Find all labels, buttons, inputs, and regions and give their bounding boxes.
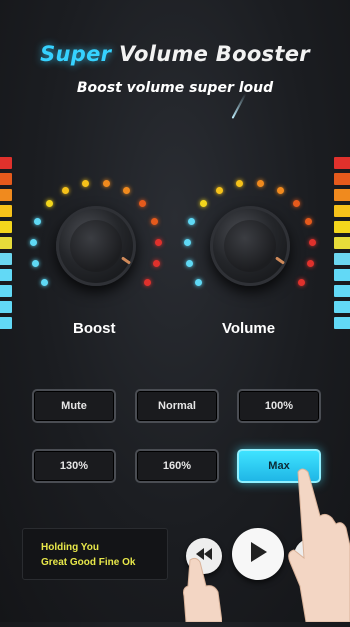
led-dot [257, 180, 265, 188]
led-dot [153, 259, 161, 267]
preset-100-button[interactable]: 100% [237, 389, 321, 423]
title-accent: Super [40, 42, 112, 66]
app-title: Super Volume Booster [0, 42, 350, 66]
hand-pointer-icon [286, 466, 350, 627]
led-dot [235, 180, 243, 188]
meter-bar [0, 189, 12, 201]
meter-bar [334, 221, 350, 233]
led-dot [45, 200, 53, 208]
led-dot [183, 238, 191, 246]
led-dot [307, 259, 315, 267]
left-level-meter [0, 157, 12, 333]
mute-button[interactable]: Mute [32, 389, 116, 423]
meter-bar [0, 253, 12, 265]
app-subtitle: Boost volume super loud [76, 80, 274, 96]
led-dot [293, 200, 301, 208]
led-dot [122, 187, 130, 195]
meter-bar [334, 269, 350, 281]
title-rest: Volume Booster [118, 42, 310, 66]
led-dot [309, 238, 317, 246]
meter-bar [334, 253, 350, 265]
meter-bar [0, 285, 12, 297]
meter-bar [334, 189, 350, 201]
song-line-2: Great Good Fine Ok [41, 557, 136, 568]
volume-knob-dial[interactable] [210, 206, 290, 286]
led-dot [216, 187, 224, 195]
led-dot [185, 259, 193, 267]
decorative-streak [231, 93, 247, 119]
led-dot [150, 218, 158, 226]
meter-bar [0, 317, 12, 329]
led-dot [81, 180, 89, 188]
led-dot [199, 200, 207, 208]
meter-bar [334, 301, 350, 313]
volume-knob[interactable] [180, 176, 320, 316]
led-dot [194, 278, 202, 286]
led-dot [103, 180, 111, 188]
normal-button[interactable]: Normal [135, 389, 219, 423]
meter-bar [0, 269, 12, 281]
meter-bar [334, 173, 350, 185]
preset-130-button[interactable]: 130% [32, 449, 116, 483]
meter-bar [0, 301, 12, 313]
play-icon [248, 541, 268, 568]
meter-bar [334, 157, 350, 169]
led-dot [144, 278, 152, 286]
led-dot [304, 218, 312, 226]
meter-bar [0, 205, 12, 217]
meter-bar [334, 205, 350, 217]
meter-bar [334, 237, 350, 249]
meter-bar [334, 317, 350, 329]
led-dot [31, 259, 39, 267]
boost-label: Boost [73, 320, 116, 337]
meter-bar [0, 221, 12, 233]
meter-bar [0, 157, 12, 169]
led-dot [155, 238, 163, 246]
hand-pointer-icon [182, 556, 223, 627]
now-playing-panel: Holding You Great Good Fine Ok [22, 528, 168, 580]
meter-bar [0, 237, 12, 249]
led-dot [62, 187, 70, 195]
meter-bar [0, 173, 12, 185]
led-dot [298, 278, 306, 286]
song-line-1: Holding You [41, 542, 99, 553]
led-dot [276, 187, 284, 195]
preset-160-button[interactable]: 160% [135, 449, 219, 483]
meter-bar [334, 285, 350, 297]
right-level-meter [334, 157, 350, 333]
play-button[interactable] [232, 528, 284, 580]
led-dot [188, 218, 196, 226]
led-dot [29, 238, 37, 246]
boost-knob[interactable] [26, 176, 166, 316]
boost-knob-dial[interactable] [56, 206, 136, 286]
led-dot [34, 218, 42, 226]
volume-label: Volume [222, 320, 276, 337]
led-dot [40, 278, 48, 286]
led-dot [139, 200, 147, 208]
